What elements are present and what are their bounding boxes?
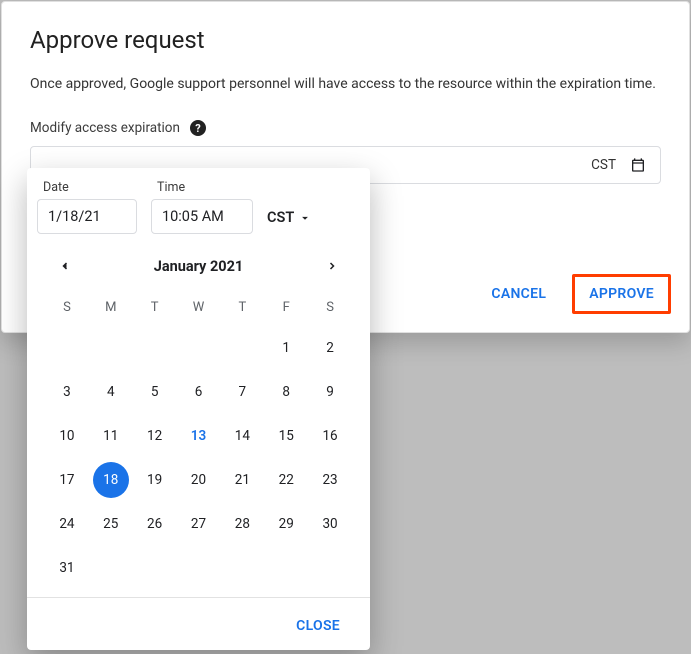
dialog-description: Once approved, Google support personnel … bbox=[30, 76, 661, 92]
help-icon[interactable]: ? bbox=[190, 120, 206, 136]
calendar-day[interactable]: 8 bbox=[264, 373, 308, 411]
calendar-day[interactable]: 20 bbox=[177, 461, 221, 499]
day-of-week-header: S bbox=[45, 292, 89, 323]
calendar-day[interactable]: 26 bbox=[133, 505, 177, 543]
calendar-day[interactable]: 5 bbox=[133, 373, 177, 411]
next-month-button[interactable] bbox=[320, 254, 344, 278]
calendar-day[interactable]: 22 bbox=[264, 461, 308, 499]
day-of-week-header: S bbox=[308, 292, 352, 323]
calendar-day[interactable]: 21 bbox=[220, 461, 264, 499]
prev-month-button[interactable] bbox=[53, 254, 77, 278]
cancel-button[interactable]: CANCEL bbox=[477, 274, 560, 314]
day-of-week-header: F bbox=[264, 292, 308, 323]
datetime-tz: CST bbox=[591, 157, 616, 173]
calendar-day[interactable]: 12 bbox=[133, 417, 177, 455]
calendar-month-label: January 2021 bbox=[154, 258, 244, 275]
calendar-day[interactable]: 2 bbox=[308, 329, 352, 367]
calendar-day[interactable]: 3 bbox=[45, 373, 89, 411]
calendar-day[interactable]: 4 bbox=[89, 373, 133, 411]
time-input[interactable] bbox=[151, 199, 253, 234]
chevron-right-icon bbox=[326, 260, 338, 272]
picker-footer: CLOSE bbox=[27, 597, 370, 654]
calendar-empty-cell bbox=[133, 329, 177, 367]
date-input[interactable] bbox=[37, 199, 137, 234]
calendar-empty-cell bbox=[89, 329, 133, 367]
day-of-week-header: T bbox=[220, 292, 264, 323]
timezone-selector[interactable]: CST bbox=[267, 209, 312, 234]
calendar-day[interactable]: 27 bbox=[177, 505, 221, 543]
date-field: Date bbox=[37, 180, 137, 234]
calendar-day[interactable]: 15 bbox=[264, 417, 308, 455]
calendar-empty-cell bbox=[220, 329, 264, 367]
chevron-down-icon bbox=[298, 211, 312, 225]
dialog-actions: CANCEL APPROVE bbox=[477, 274, 671, 314]
calendar-day[interactable]: 16 bbox=[308, 417, 352, 455]
calendar-empty-cell bbox=[45, 329, 89, 367]
time-field: Time bbox=[151, 180, 253, 234]
datetime-picker: Date Time CST January 2021 SMTWTFS123456… bbox=[27, 168, 370, 650]
calendar-day[interactable]: 29 bbox=[264, 505, 308, 543]
date-label: Date bbox=[37, 180, 137, 195]
day-of-week-header: M bbox=[89, 292, 133, 323]
modify-expiration-label: Modify access expiration bbox=[30, 120, 180, 136]
calendar-day[interactable]: 28 bbox=[220, 505, 264, 543]
timezone-label: CST bbox=[267, 209, 294, 226]
calendar-day[interactable]: 25 bbox=[89, 505, 133, 543]
calendar-grid: SMTWTFS123456789101112131415161718192021… bbox=[27, 284, 370, 597]
calendar-day[interactable]: 9 bbox=[308, 373, 352, 411]
calendar-icon bbox=[630, 157, 646, 173]
modify-expiration-row: Modify access expiration ? bbox=[30, 120, 661, 136]
calendar-day[interactable]: 10 bbox=[45, 417, 89, 455]
calendar-day[interactable]: 11 bbox=[89, 417, 133, 455]
calendar-day[interactable]: 24 bbox=[45, 505, 89, 543]
calendar-empty-cell bbox=[177, 329, 221, 367]
calendar-day[interactable]: 13 bbox=[177, 417, 221, 455]
dialog-title: Approve request bbox=[30, 26, 661, 54]
time-label: Time bbox=[151, 180, 253, 195]
calendar-day[interactable]: 7 bbox=[220, 373, 264, 411]
calendar-day[interactable]: 6 bbox=[177, 373, 221, 411]
day-of-week-header: W bbox=[177, 292, 221, 323]
calendar-day[interactable]: 1 bbox=[264, 329, 308, 367]
calendar-day[interactable]: 14 bbox=[220, 417, 264, 455]
approve-button[interactable]: APPROVE bbox=[572, 274, 671, 314]
picker-inputs: Date Time CST bbox=[27, 168, 370, 238]
chevron-left-icon bbox=[59, 260, 71, 272]
close-button[interactable]: CLOSE bbox=[282, 608, 354, 644]
calendar-header: January 2021 bbox=[27, 238, 370, 284]
calendar-day[interactable]: 23 bbox=[308, 461, 352, 499]
day-of-week-header: T bbox=[133, 292, 177, 323]
calendar-day[interactable]: 17 bbox=[45, 461, 89, 499]
calendar-day[interactable]: 30 bbox=[308, 505, 352, 543]
calendar-day[interactable]: 31 bbox=[45, 549, 89, 587]
calendar-day[interactable]: 19 bbox=[133, 461, 177, 499]
calendar-day[interactable]: 18 bbox=[89, 461, 133, 499]
